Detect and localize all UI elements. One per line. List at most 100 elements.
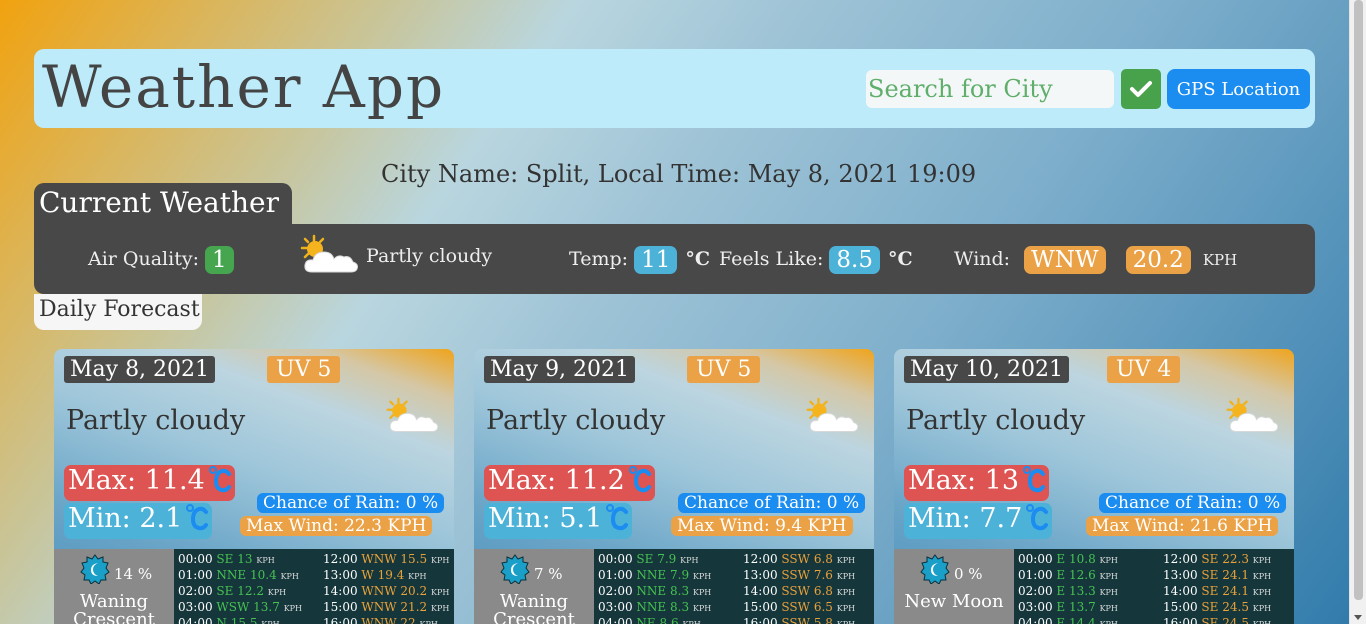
hour-wind-unit: KPH — [1099, 588, 1118, 597]
hour-time: 15:00 — [743, 600, 778, 614]
moon-phase-icon — [80, 554, 110, 584]
hour-wind-speed: 14.4 — [1069, 616, 1096, 624]
hour-wind-direction: WNW — [361, 616, 397, 624]
min-temp-badge: Min: 5.1 — [484, 503, 633, 539]
hour-row: 12:00 SSW 6.8 KPH — [743, 552, 855, 568]
header-bar: Weather App GPS Location — [34, 49, 1315, 128]
scroll-down-arrow-icon[interactable] — [1354, 615, 1362, 620]
hour-wind-unit: KPH — [1099, 556, 1118, 565]
max-temp-text: Max: 13 — [908, 465, 1020, 496]
feels-like-badge: 8.5 — [829, 246, 880, 274]
hour-wind-speed: 6.8 — [813, 584, 833, 598]
hour-wind-unit: KPH — [280, 572, 299, 581]
hour-wind-unit: KPH — [1100, 620, 1118, 624]
hour-time: 02:00 — [1018, 584, 1053, 598]
hour-wind-speed: 20.2 — [400, 584, 428, 598]
hour-wind-direction: WNW — [361, 600, 397, 614]
app-title: Weather App — [42, 53, 446, 121]
search-submit-button[interactable] — [1121, 69, 1161, 109]
moon-phase-panel: 0 % New Moon — [894, 549, 1014, 624]
hour-time: 04:00 — [178, 616, 213, 624]
hour-wind-unit: KPH — [692, 604, 712, 613]
current-condition: Partly cloudy — [298, 234, 492, 278]
hour-time: 15:00 — [323, 600, 358, 614]
hour-row: 01:00 NNE 10.4 KPH — [178, 568, 302, 584]
hour-time: 00:00 — [178, 552, 213, 566]
max-wind-badge: Max Wind: 22.3 KPH — [240, 516, 433, 536]
hour-wind-unit: KPH — [837, 620, 855, 624]
hour-wind-unit: KPH — [261, 620, 279, 624]
max-temp-badge: Max: 11.2 — [484, 465, 655, 501]
hour-time: 00:00 — [1018, 552, 1053, 566]
partly-cloudy-icon — [386, 397, 439, 432]
hour-time: 16:00 — [1163, 616, 1198, 624]
hour-wind-speed: 21.2 — [400, 600, 428, 614]
wind-speed-badge: 20.2 — [1125, 246, 1191, 274]
hour-wind-speed: 7.6 — [813, 568, 833, 582]
hour-wind-speed: 7.9 — [657, 552, 677, 566]
hour-time: 16:00 — [323, 616, 358, 624]
city-search-input[interactable] — [866, 70, 1114, 108]
feels-like-unit: °C — [888, 248, 913, 270]
city-local-time: City Name: Split, Local Time: May 8, 202… — [381, 160, 977, 188]
hour-wind-speed: 22.3 — [1222, 552, 1249, 566]
forecast-card: May 9, 2021 UV 5 Partly cloudy Max: 11.2 Min… — [474, 349, 874, 624]
celsius-icon — [606, 504, 629, 531]
hour-wind-direction: SE — [1201, 568, 1219, 582]
hour-time: 13:00 — [1163, 568, 1198, 582]
hour-time: 01:00 — [598, 568, 633, 582]
hour-row: 00:00 SE 7.9 KPH — [598, 552, 711, 568]
scrollbar-thumb[interactable] — [1354, 0, 1363, 600]
uv-index-badge: UV 5 — [267, 356, 341, 383]
air-quality-badge: 1 — [205, 246, 234, 274]
hour-wind-direction: SSW — [781, 600, 810, 614]
hour-wind-direction: SE — [1201, 552, 1219, 566]
hour-wind-speed: 12.2 — [237, 584, 264, 598]
temp-unit: °C — [685, 248, 711, 270]
page-scrollbar[interactable] — [1349, 0, 1366, 624]
hour-time: 04:00 — [598, 616, 633, 624]
hour-row: 15:00 WNW 21.2 KPH — [323, 600, 449, 616]
hour-wind-unit: KPH — [1252, 604, 1272, 613]
hour-wind-speed: 12.6 — [1069, 568, 1096, 582]
hour-time: 04:00 — [1018, 616, 1053, 624]
hour-wind-speed: 10.4 — [250, 568, 277, 582]
hour-time: 14:00 — [323, 584, 358, 598]
wind-label: Wind: — [954, 248, 1011, 270]
partly-cloudy-icon — [1226, 397, 1279, 432]
chance-of-rain-badge: Chance of Rain: 0 % — [678, 493, 866, 513]
hour-row: 03:00 NNE 8.3 KPH — [598, 600, 711, 616]
min-temp-text: Min: 2.1 — [68, 503, 183, 534]
hour-row: 14:00 SE 24.1 KPH — [1163, 584, 1271, 600]
hour-wind-direction: SE — [1201, 616, 1219, 624]
hour-wind-speed: 13.7 — [253, 600, 280, 614]
current-wind: Wind: WNW 20.2 KPH — [954, 246, 1237, 274]
hour-row: 16:00 SE 24.5 KPH — [1163, 616, 1271, 624]
hourly-column-morning: 00:00 SE 13 KPH 01:00 NNE 10.4 KPH 02:00 S… — [178, 552, 302, 624]
hour-time: 13:00 — [743, 568, 778, 582]
hour-row: 01:00 E 12.6 KPH — [1018, 568, 1118, 584]
moon-phase-name: Waning Crescent — [73, 591, 155, 624]
moon-phase-panel: 7 % Waning Crescent — [474, 549, 594, 624]
celsius-icon — [208, 466, 231, 493]
hour-wind-speed: 13 — [237, 552, 253, 566]
uv-index-badge: UV 4 — [1107, 356, 1181, 383]
forecast-card: May 8, 2021 UV 5 Partly cloudy Max: 11.4 Min… — [54, 349, 454, 624]
hour-wind-direction: E — [1056, 552, 1066, 566]
gps-location-button[interactable]: GPS Location — [1167, 69, 1310, 109]
hour-wind-unit: KPH — [256, 556, 275, 565]
hour-wind-direction: N — [216, 616, 227, 624]
celsius-icon — [628, 466, 651, 493]
hour-wind-direction: NNE — [216, 568, 247, 582]
hour-time: 02:00 — [598, 584, 633, 598]
daily-forecast-tab[interactable]: Daily Forecast — [34, 294, 202, 330]
hour-wind-unit: KPH — [430, 588, 450, 597]
current-condition-text: Partly cloudy — [366, 245, 493, 267]
hour-time: 12:00 — [743, 552, 778, 566]
hourly-column-morning: 00:00 SE 7.9 KPH 01:00 NNE 7.9 KPH 02:00 N… — [598, 552, 711, 624]
feels-like: Feels Like: 8.5 °C — [719, 246, 913, 274]
hour-wind-direction: SSW — [781, 568, 810, 582]
hour-wind-speed: 15.5 — [230, 616, 258, 624]
moon-phase-icon — [920, 554, 950, 584]
hour-wind-direction: NNE — [636, 584, 667, 598]
